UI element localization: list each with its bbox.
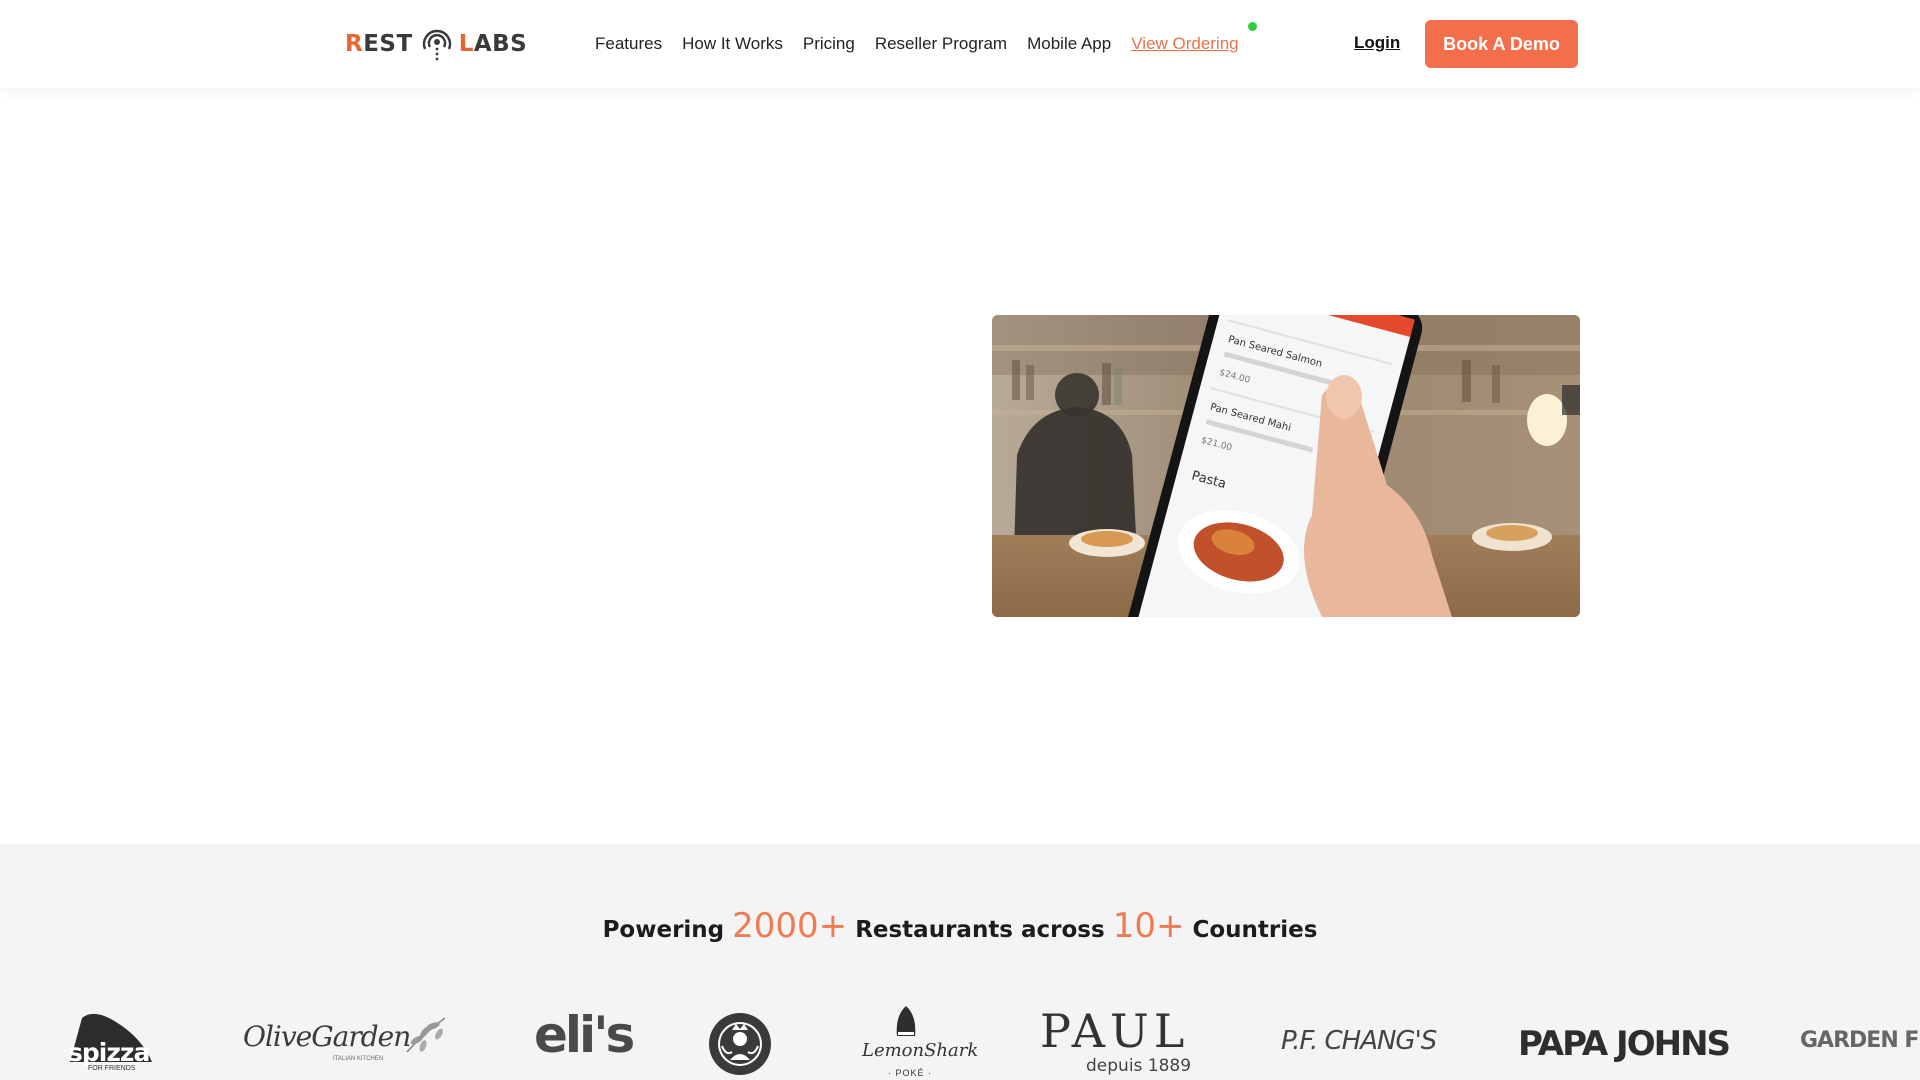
papa-johns-text: PAPA JOHNS (1518, 1024, 1731, 1064)
logo-olive-garden: OliveGarden ITALIAN KITCHEN (243, 1014, 448, 1064)
nav-features[interactable]: Features (595, 34, 662, 54)
olive-garden-text: OliveGarden (243, 1020, 411, 1053)
logo-spizza: spizza FOR FRIENDS (64, 1010, 158, 1074)
spizza-text: spizza (68, 1038, 150, 1067)
nav-view-ordering[interactable]: View Ordering (1131, 34, 1238, 54)
hero-video[interactable]: Pan Seared Salmon $24.00 Pan Seared Mahi… (992, 315, 1580, 617)
logo-text-labs: ABS (473, 31, 528, 57)
nav-pricing[interactable]: Pricing (803, 34, 855, 54)
logo-letter-l: L (458, 31, 474, 57)
logo-pf-changs: P.F. CHANG'S (1281, 1026, 1437, 1056)
main-nav: Features How It Works Pricing Reseller P… (595, 30, 1239, 58)
spizza-subtext: FOR FRIENDS (88, 1065, 136, 1072)
logo-paul: PAUL depuis 1889 (1040, 1004, 1205, 1080)
olive-garden-subtext: ITALIAN KITCHEN (333, 1056, 384, 1062)
login-link[interactable]: Login (1354, 33, 1400, 53)
logo-elis: eli's (534, 1006, 635, 1066)
elis-text: eli's (534, 1006, 635, 1064)
countries-count: 10+ (1112, 906, 1185, 946)
paul-subtext: depuis 1889 (1086, 1056, 1192, 1076)
nav-mobile-app[interactable]: Mobile App (1027, 34, 1111, 54)
stats-suffix: Countries (1192, 917, 1318, 943)
pf-changs-text: P.F. CHANG'S (1281, 1026, 1437, 1056)
book-demo-button[interactable]: Book A Demo (1425, 20, 1578, 68)
paul-text: PAUL (1040, 1004, 1190, 1058)
powering-headline: Powering 2000+ Restaurants across 10+ Co… (0, 906, 1920, 946)
logo-papa-johns: PAPA JOHNS (1518, 1024, 1731, 1064)
restaurants-count: 2000+ (732, 906, 848, 946)
restlabs-logo[interactable]: R EST L ABS (345, 24, 527, 64)
logo-letter-r: R (345, 31, 364, 57)
live-status-dot (1248, 22, 1257, 31)
olive-branch-icon (406, 1017, 446, 1053)
lemon-shark-subtext: · POKÉ · (888, 1068, 933, 1078)
stats-middle: Restaurants across (855, 917, 1105, 943)
logo-lemon-shark: LemonShark · POKÉ · (858, 1006, 978, 1080)
site-header: R EST L ABS Features How It Works Pricing … (0, 0, 1920, 88)
logo-garden-fresh: GARDEN FR (1800, 1028, 1920, 1053)
broadcast-icon (422, 29, 451, 61)
siren-emblem-icon (709, 1013, 771, 1075)
logo-text-rest: EST (363, 31, 413, 57)
customer-logos-section: Powering 2000+ Restaurants across 10+ Co… (0, 844, 1920, 1080)
nav-reseller-program[interactable]: Reseller Program (875, 34, 1007, 54)
garden-fresh-text: GARDEN FR (1800, 1028, 1920, 1053)
nav-how-it-works[interactable]: How It Works (682, 34, 783, 54)
shark-icon (896, 1006, 916, 1036)
hero-video-frame: Pan Seared Salmon $24.00 Pan Seared Mahi… (992, 315, 1580, 617)
logo-starbucks (708, 1012, 772, 1080)
stats-prefix: Powering (602, 917, 725, 943)
lemon-shark-text: LemonShark (862, 1040, 979, 1061)
